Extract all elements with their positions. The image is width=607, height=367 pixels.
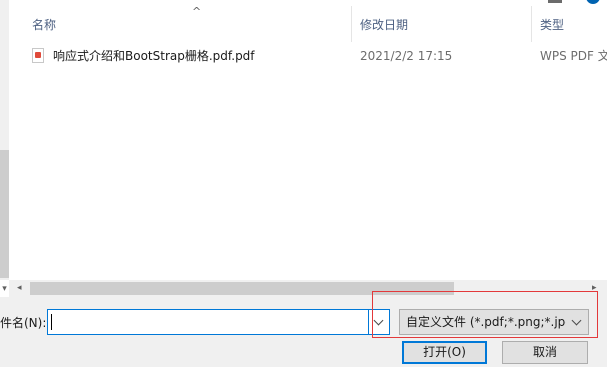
file-list-row[interactable]: 响应式介绍和BootStrap栅格.pdf.pdf 2021/2/2 17:15…	[9, 45, 607, 67]
column-header-type[interactable]: 类型	[540, 18, 564, 32]
file-type: WPS PDF 文	[540, 49, 607, 63]
navigation-scrollbar-thumb[interactable]	[0, 150, 9, 278]
sort-ascending-icon: ^	[192, 5, 202, 18]
open-button[interactable]: 打开(O)	[402, 341, 487, 364]
help-icon[interactable]	[586, 0, 600, 4]
column-divider[interactable]	[351, 6, 352, 42]
cancel-button[interactable]: 取消	[502, 341, 588, 364]
file-type-select[interactable]: 自定义文件 (*.pdf;*.png;*.jpeg)	[399, 309, 589, 335]
file-name: 响应式介绍和BootStrap栅格.pdf.pdf	[53, 49, 255, 63]
pdf-file-icon-mark	[35, 52, 41, 58]
text-cursor	[51, 314, 52, 330]
column-header-name[interactable]: 名称	[32, 18, 56, 32]
scroll-left-arrow-icon[interactable]: ◂	[17, 282, 27, 295]
column-header-row: ^ 名称 修改日期 类型	[9, 0, 607, 42]
file-type-selected-value: 自定义文件 (*.pdf;*.png;*.jpeg)	[406, 315, 566, 329]
chevron-down-icon	[571, 315, 582, 326]
view-options-icon[interactable]	[548, 0, 562, 3]
file-date-modified: 2021/2/2 17:15	[360, 49, 453, 63]
column-divider[interactable]	[531, 6, 532, 42]
column-header-date-modified[interactable]: 修改日期	[360, 18, 408, 32]
file-name-input[interactable]	[47, 309, 369, 335]
file-name-label: 件名(N):	[0, 316, 47, 330]
pdf-file-icon	[32, 48, 44, 63]
scroll-down-arrow-icon[interactable]: ▾	[0, 283, 9, 295]
